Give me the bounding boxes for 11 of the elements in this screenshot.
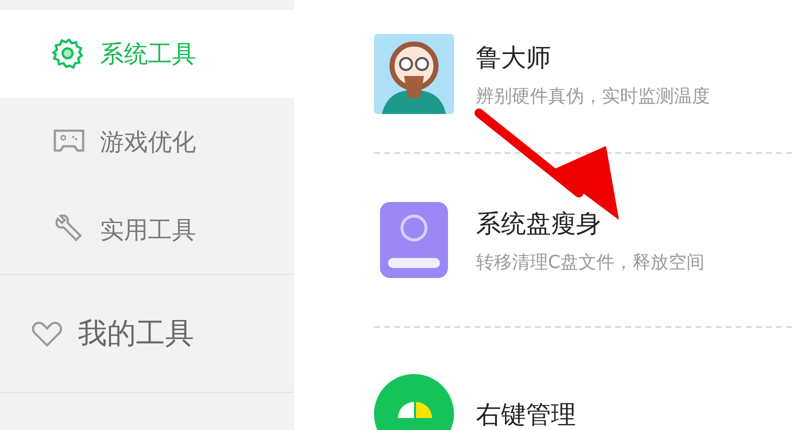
tool-description: 辨别硬件真伪，实时监测温度 [476, 84, 710, 108]
tool-description: 转移清理C盘文件，释放空间 [476, 250, 705, 274]
sidebar-item[interactable]: 我的工具 [0, 275, 294, 392]
tool-title[interactable]: 右键管理 [476, 398, 576, 430]
sidebar-item[interactable]: 游戏优化 [0, 98, 294, 186]
sidebar-item[interactable]: 系统工具 [0, 10, 294, 98]
sidebar-item[interactable]: 实用工具 [0, 186, 294, 274]
tool-title[interactable]: 鲁大师 [476, 40, 710, 74]
settings-icon [52, 37, 86, 71]
tool-title[interactable]: 系统盘瘦身 [476, 206, 705, 240]
cartoon-avatar-icon [374, 34, 454, 114]
